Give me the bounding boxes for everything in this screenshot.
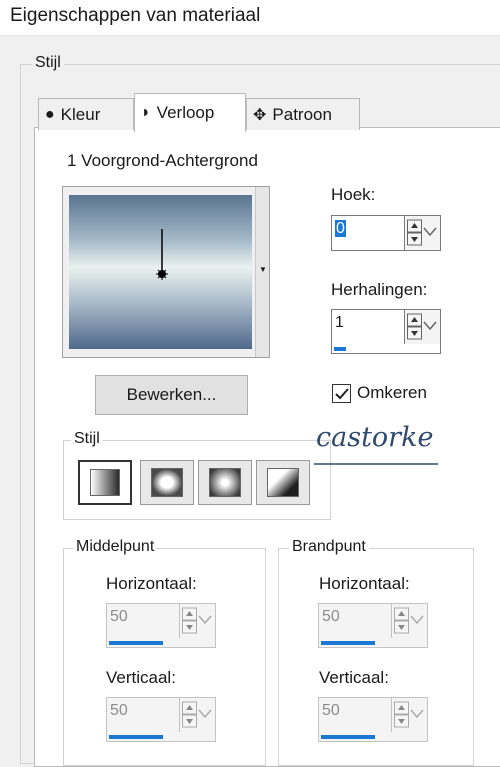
- focal-horizontal-value: 50: [322, 608, 340, 625]
- spinner-arrows-icon: [394, 701, 424, 728]
- center-horizontal-progress: [109, 641, 163, 645]
- center-vertical-spinner[interactable]: [179, 698, 215, 732]
- rectangular-gradient-icon: [151, 468, 183, 497]
- gradient-name: 1 Voorgrond-Achtergrond: [67, 151, 258, 170]
- style-rectangular-button[interactable]: [140, 460, 194, 505]
- spinner-arrows-icon: [394, 607, 424, 634]
- center-horizontal-label: Horizontaal:: [106, 574, 197, 593]
- focal-vertical-progress: [321, 735, 375, 739]
- focal-vertical-value: 50: [322, 702, 340, 719]
- window-title: Eigenschappen van materiaal: [10, 5, 261, 26]
- style-group-label: Stijl: [32, 54, 64, 72]
- watermark-text: castorke: [316, 422, 433, 453]
- center-vertical-input[interactable]: 50: [106, 697, 216, 742]
- tab-patroon[interactable]: ✥ Patroon: [246, 98, 360, 130]
- angle-label: Hoek:: [331, 185, 376, 204]
- gradient-preview-frame[interactable]: ▼: [62, 186, 270, 358]
- tab-kleur-label: Kleur: [60, 104, 101, 124]
- spinner-arrows-icon: [182, 701, 212, 728]
- focal-vertical-input[interactable]: 50: [318, 697, 428, 742]
- style-sub-label: Stijl: [71, 430, 103, 448]
- focal-horizontal-label: Horizontaal:: [319, 574, 410, 593]
- pattern-icon: ✥: [253, 106, 267, 124]
- style-linear-button[interactable]: [78, 460, 132, 505]
- filled-circle-icon: ●: [45, 105, 55, 123]
- center-vertical-label: Verticaal:: [106, 668, 176, 687]
- focal-point-label: Brandpunt: [289, 538, 369, 556]
- linear-gradient-icon: [90, 469, 120, 496]
- angle-value: 0: [335, 220, 346, 237]
- radial-gradient-icon: [209, 468, 241, 497]
- invert-checkbox[interactable]: [332, 384, 351, 403]
- repeats-value: 1: [335, 314, 344, 331]
- center-vertical-value: 50: [110, 702, 128, 719]
- tab-verloop-label: Verloop: [156, 103, 215, 122]
- style-radial-button[interactable]: [198, 460, 252, 505]
- checkmark-icon: [335, 388, 349, 400]
- focal-vertical-label: Verticaal:: [319, 668, 389, 687]
- gradient-dropdown[interactable]: ▼: [255, 187, 269, 357]
- tab-kleur[interactable]: ● Kleur: [38, 98, 134, 130]
- repeats-label: Herhalingen:: [331, 280, 428, 299]
- center-horizontal-spinner[interactable]: [179, 604, 215, 638]
- tab-verloop[interactable]: ◗ Verloop: [134, 93, 246, 132]
- corner-gradient-icon: [267, 468, 299, 497]
- watermark-logo: castorke: [314, 412, 444, 472]
- repeats-progress: [334, 347, 346, 351]
- edit-button[interactable]: Bewerken...: [95, 375, 248, 415]
- repeats-spinner[interactable]: [404, 310, 440, 344]
- half-circle-icon: ◗: [141, 104, 151, 121]
- style-corner-button[interactable]: [256, 460, 310, 505]
- angle-input[interactable]: 0: [331, 215, 441, 251]
- center-horizontal-value: 50: [110, 608, 128, 625]
- spinner-arrows-icon: [407, 219, 437, 246]
- title-bar: Eigenschappen van materiaal: [0, 0, 500, 36]
- focal-horizontal-progress: [321, 641, 375, 645]
- focal-horizontal-input[interactable]: 50: [318, 603, 428, 648]
- spinner-arrows-icon: [182, 607, 212, 634]
- focal-vertical-spinner[interactable]: [391, 698, 427, 732]
- tab-patroon-label: Patroon: [272, 104, 332, 124]
- center-point-label: Middelpunt: [73, 538, 158, 556]
- angle-indicator[interactable]: [69, 195, 252, 349]
- dropdown-arrow-icon: ▼: [259, 265, 267, 274]
- center-horizontal-input[interactable]: 50: [106, 603, 216, 648]
- spinner-arrows-icon: [407, 313, 437, 340]
- center-vertical-progress: [109, 735, 163, 739]
- watermark-graphic: castorke: [314, 422, 438, 465]
- repeats-input[interactable]: 1: [331, 309, 441, 354]
- focal-horizontal-spinner[interactable]: [391, 604, 427, 638]
- invert-label[interactable]: Omkeren: [357, 383, 427, 403]
- angle-spinner[interactable]: [404, 216, 440, 250]
